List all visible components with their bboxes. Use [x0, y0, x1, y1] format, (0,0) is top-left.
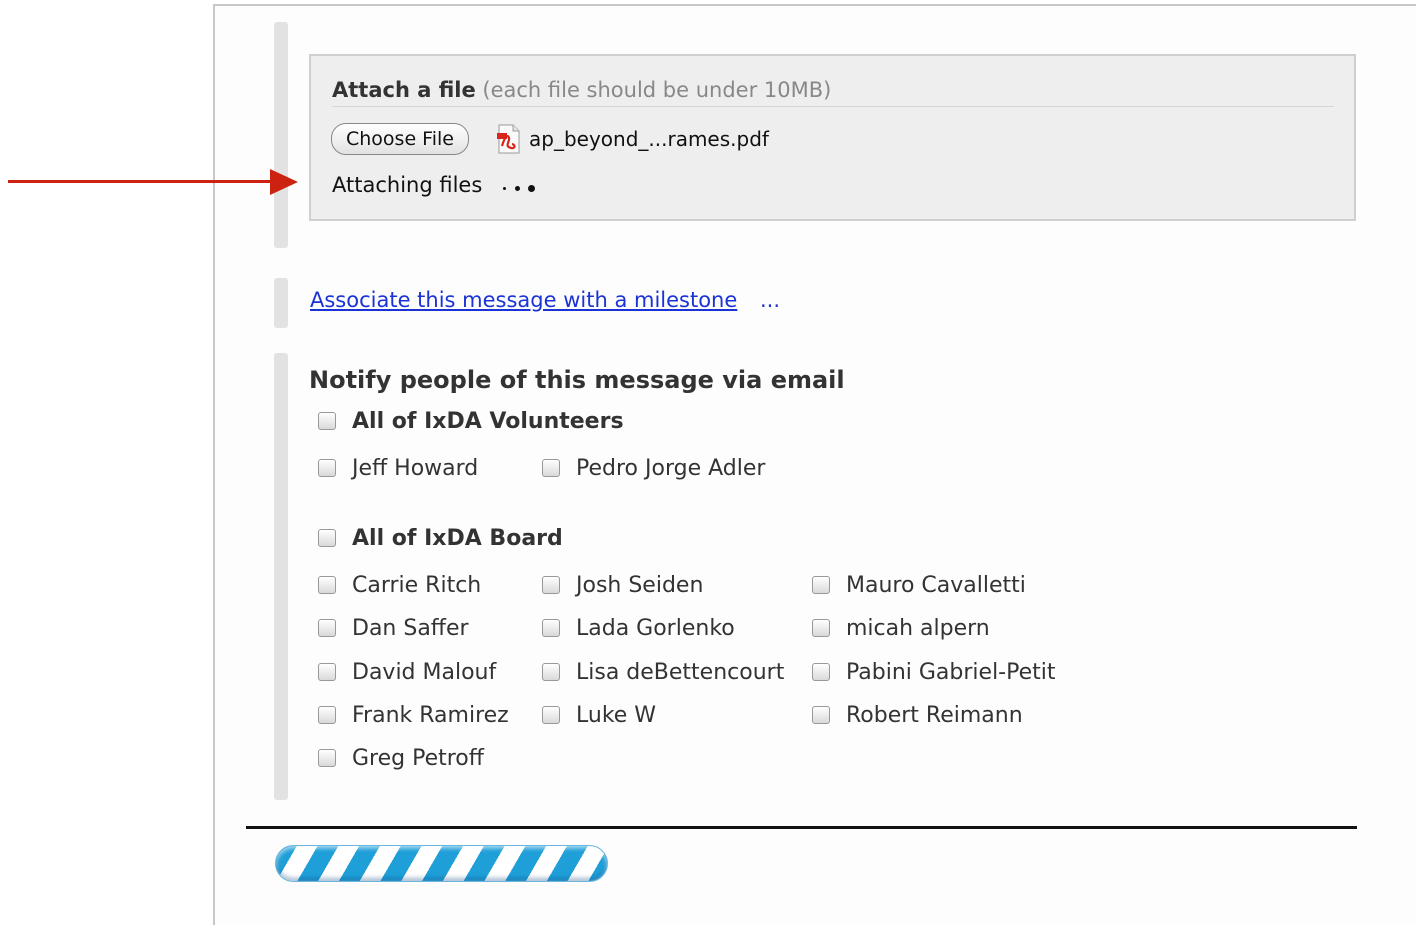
recipient-name: Jeff Howard — [352, 455, 479, 481]
section-indicator-milestone — [274, 278, 288, 328]
recipient-checkbox[interactable]: Greg Petroff — [318, 744, 484, 772]
checkbox[interactable] — [812, 619, 830, 637]
attach-file-size-note: (each file should be under 10MB) — [482, 78, 832, 102]
group-label: All of IxDA Volunteers — [352, 408, 624, 434]
recipient-name: Lada Gorlenko — [576, 615, 735, 641]
checkbox[interactable] — [318, 706, 336, 724]
recipient-name: Carrie Ritch — [352, 572, 482, 598]
checkbox[interactable] — [318, 663, 336, 681]
indeterminate-progress-bar — [275, 845, 608, 882]
recipient-checkbox[interactable]: Luke W — [542, 701, 656, 729]
recipient-checkbox[interactable]: Mauro Cavalletti — [812, 571, 1026, 599]
attach-file-heading: Attach a file (each file should be under… — [332, 78, 831, 102]
checkbox[interactable] — [542, 663, 560, 681]
section-indicator-notify — [274, 353, 288, 800]
divider — [332, 106, 1334, 107]
loading-dots-icon — [501, 177, 541, 197]
recipient-checkbox[interactable]: Frank Ramirez — [318, 701, 509, 729]
recipient-checkbox[interactable]: Jeff Howard — [318, 454, 478, 482]
checkbox[interactable] — [318, 619, 336, 637]
recipient-name: Luke W — [576, 702, 657, 728]
recipient-checkbox[interactable]: Pedro Jorge Adler — [542, 454, 765, 482]
recipient-name: Greg Petroff — [352, 745, 484, 771]
recipient-checkbox[interactable]: David Malouf — [318, 658, 496, 686]
checkbox[interactable] — [812, 706, 830, 724]
recipient-name: Josh Seiden — [576, 572, 704, 598]
recipient-checkbox[interactable]: Lada Gorlenko — [542, 614, 735, 642]
recipient-name: Dan Saffer — [352, 615, 469, 641]
recipient-checkbox[interactable]: Josh Seiden — [542, 571, 703, 599]
recipient-checkbox[interactable]: Robert Reimann — [812, 701, 1023, 729]
recipient-name: Lisa deBettencourt — [576, 659, 785, 685]
recipient-name: Pedro Jorge Adler — [576, 455, 766, 481]
recipient-name: Mauro Cavalletti — [846, 572, 1026, 598]
checkbox[interactable] — [318, 529, 336, 547]
recipient-checkbox[interactable]: Lisa deBettencourt — [542, 658, 784, 686]
pdf-file-icon — [497, 124, 520, 154]
checkbox[interactable] — [812, 663, 830, 681]
recipient-name: Frank Ramirez — [352, 702, 509, 728]
checkbox[interactable] — [542, 576, 560, 594]
group-checkbox-board[interactable]: All of IxDA Board — [318, 524, 563, 552]
recipient-checkbox[interactable]: Dan Saffer — [318, 614, 469, 642]
milestone-link[interactable]: Associate this message with a milestone — [310, 288, 737, 312]
choose-file-button[interactable]: Choose File — [331, 123, 469, 155]
checkbox[interactable] — [542, 619, 560, 637]
checkbox[interactable] — [812, 576, 830, 594]
attaching-status: Attaching files — [332, 173, 483, 197]
checkbox[interactable] — [318, 412, 336, 430]
checkbox[interactable] — [542, 459, 560, 477]
attach-file-box: Attach a file (each file should be under… — [309, 54, 1356, 221]
section-divider — [246, 826, 1357, 829]
section-indicator-attach — [274, 22, 288, 248]
checkbox[interactable] — [542, 706, 560, 724]
notify-heading: Notify people of this message via email — [309, 366, 845, 394]
milestone-link-ellipsis[interactable]: ... — [760, 288, 780, 312]
recipient-name: David Malouf — [352, 659, 497, 685]
recipient-checkbox[interactable]: micah alpern — [812, 614, 990, 642]
checkbox[interactable] — [318, 576, 336, 594]
group-label: All of IxDA Board — [352, 525, 563, 551]
checkbox[interactable] — [318, 749, 336, 767]
group-checkbox-volunteers[interactable]: All of IxDA Volunteers — [318, 407, 624, 435]
recipient-name: micah alpern — [846, 615, 990, 641]
checkbox[interactable] — [318, 459, 336, 477]
recipient-checkbox[interactable]: Carrie Ritch — [318, 571, 481, 599]
recipient-name: Pabini Gabriel-Petit — [846, 659, 1056, 685]
recipient-checkbox[interactable]: Pabini Gabriel-Petit — [812, 658, 1056, 686]
attach-file-title: Attach a file — [332, 78, 476, 102]
red-arrow-head — [270, 169, 298, 195]
red-arrow-icon — [8, 180, 274, 183]
recipient-name: Robert Reimann — [846, 702, 1023, 728]
selected-file-name: ap_beyond_...rames.pdf — [529, 127, 769, 151]
